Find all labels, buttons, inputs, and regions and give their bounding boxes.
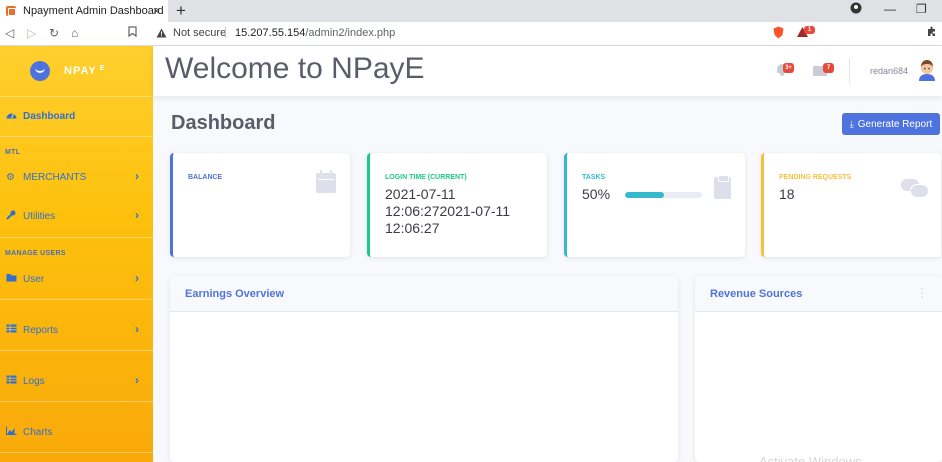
welcome-heading: Welcome to NPayE (165, 52, 425, 85)
sidebar-item-charts[interactable]: Charts (0, 421, 153, 443)
card-value: 2021-07-11 12:06:272021-07-11 12:06:27 (385, 186, 511, 236)
more-options-icon[interactable]: · · · (920, 284, 924, 303)
earnings-overview-panel: Earnings Overview (170, 276, 678, 462)
generate-report-label: Generate Report (857, 118, 933, 130)
download-icon: ⤓ (849, 118, 854, 129)
reload-icon[interactable]: ↻ (49, 26, 59, 40)
restore-icon[interactable]: ❐ (916, 2, 927, 16)
sidebar-item-label: Charts (23, 426, 53, 438)
sidebar-item-label: Dashboard (23, 110, 76, 122)
sidebar-item-merchants[interactable]: ⚙ MERCHANTS › (0, 166, 153, 188)
card-value: 18 (779, 186, 795, 202)
sidebar-heading: MANAGE USERS (5, 250, 66, 257)
address-bar: ◁ ▷ ↻ ⌂ Not secure | 15.207.55.154/admin… (0, 22, 942, 46)
warning-icon[interactable] (156, 27, 167, 41)
close-tab-icon[interactable]: × (153, 4, 160, 18)
tasks-progress-bar (625, 192, 702, 198)
avatar[interactable] (917, 59, 937, 81)
area-chart-icon (6, 426, 19, 438)
sidebar-divider (0, 452, 153, 453)
sidebar-item-utilities[interactable]: Utilities › (0, 205, 153, 227)
sidebar-divider (0, 401, 153, 402)
panel-header: Revenue Sources · · · (695, 276, 942, 312)
activate-windows-watermark: Activate Windows (759, 454, 862, 462)
sidebar-item-label: User (23, 273, 45, 285)
pending-requests-card: PENDING REQUESTS 18 (761, 153, 941, 257)
browser-tab[interactable]: Npayment Admin Dashboard × (0, 0, 168, 22)
new-tab-button[interactable]: + (176, 1, 186, 21)
card-label: LOGIN TIME (CURRENT) (385, 174, 467, 181)
profile-icon[interactable] (850, 2, 862, 17)
panel-title: Earnings Overview (185, 288, 285, 300)
security-label[interactable]: Not secure (173, 27, 226, 39)
tachometer-icon (6, 110, 19, 122)
sidebar-divider (0, 237, 153, 238)
alerts-badge: 3+ (783, 63, 794, 73)
sidebar-item-reports[interactable]: Reports › (0, 319, 153, 341)
sidebar-item-label: Logs (23, 375, 45, 387)
url-separator: | (224, 26, 227, 38)
login-time-card: LOGIN TIME (CURRENT) 2021-07-11 12:06:27… (367, 153, 547, 257)
sidebar-heading: MTL (5, 149, 21, 156)
brand-link[interactable]: NPAY E (0, 46, 153, 96)
table-icon (6, 375, 19, 387)
sidebar-item-label: MERCHANTS (23, 171, 87, 183)
back-icon[interactable]: ◁ (5, 26, 14, 40)
folder-icon (6, 273, 19, 285)
sidebar-item-dashboard[interactable]: Dashboard (0, 105, 153, 127)
gear-icon: ⚙ (6, 171, 15, 183)
sidebar-divider (0, 299, 153, 300)
topbar: Welcome to NPayE 3+ 7 redan684 (153, 46, 942, 96)
sidebar-item-label: Utilities (23, 210, 56, 222)
minimize-icon[interactable]: — (884, 2, 896, 16)
sidebar-divider (0, 350, 153, 351)
url-text[interactable]: 15.207.55.154/admin2/index.php (235, 27, 395, 39)
tab-title: Npayment Admin Dashboard (23, 5, 164, 17)
card-label: TASKS (582, 174, 606, 181)
table-icon (6, 324, 19, 336)
panel-header: Earnings Overview (170, 276, 678, 312)
favicon-icon (6, 6, 16, 16)
sidebar-divider (0, 96, 153, 97)
browser-tab-bar: Npayment Admin Dashboard × + — ❐ (0, 0, 942, 22)
brave-shield-icon[interactable] (773, 26, 784, 42)
comments-icon (901, 179, 929, 198)
forward-icon[interactable]: ▷ (27, 26, 36, 40)
generate-report-button[interactable]: ⤓ Generate Report (842, 113, 940, 135)
topbar-divider (849, 58, 850, 84)
smile-logo-icon (30, 61, 50, 81)
wrench-icon (6, 210, 19, 223)
chevron-right-icon: › (135, 208, 139, 222)
balance-card: BALANCE (170, 153, 350, 257)
progress-fill (625, 192, 664, 198)
chevron-right-icon: › (135, 271, 139, 285)
sidebar-item-user[interactable]: User › (0, 268, 153, 290)
messages-badge: 7 (823, 63, 834, 73)
username[interactable]: redan684 (870, 66, 908, 76)
card-label: PENDING REQUESTS (779, 174, 852, 181)
page-title: Dashboard (171, 112, 276, 134)
card-value: 50% (582, 186, 611, 202)
home-icon[interactable]: ⌂ (71, 26, 78, 40)
sidebar-divider (0, 136, 153, 137)
bookmark-icon[interactable] (128, 26, 137, 40)
revenue-sources-panel: Revenue Sources · · · Activate Windows (695, 276, 942, 462)
rewards-badge: 1 (804, 26, 815, 34)
chevron-right-icon: › (135, 169, 139, 183)
chevron-right-icon: › (135, 373, 139, 387)
clipboard-icon (714, 175, 731, 199)
sidebar: NPAY E Dashboard MTL ⚙ MERCHANTS › Utilit… (0, 46, 153, 462)
extensions-icon[interactable] (926, 26, 937, 40)
card-label: BALANCE (188, 174, 223, 181)
sidebar-item-logs[interactable]: Logs › (0, 370, 153, 392)
chevron-right-icon: › (135, 322, 139, 336)
panel-title: Revenue Sources (710, 288, 803, 300)
tasks-card: TASKS 50% (564, 153, 745, 257)
sidebar-item-label: Reports (23, 324, 59, 336)
calendar-icon (316, 170, 336, 193)
brand-name: NPAY E (64, 65, 106, 77)
